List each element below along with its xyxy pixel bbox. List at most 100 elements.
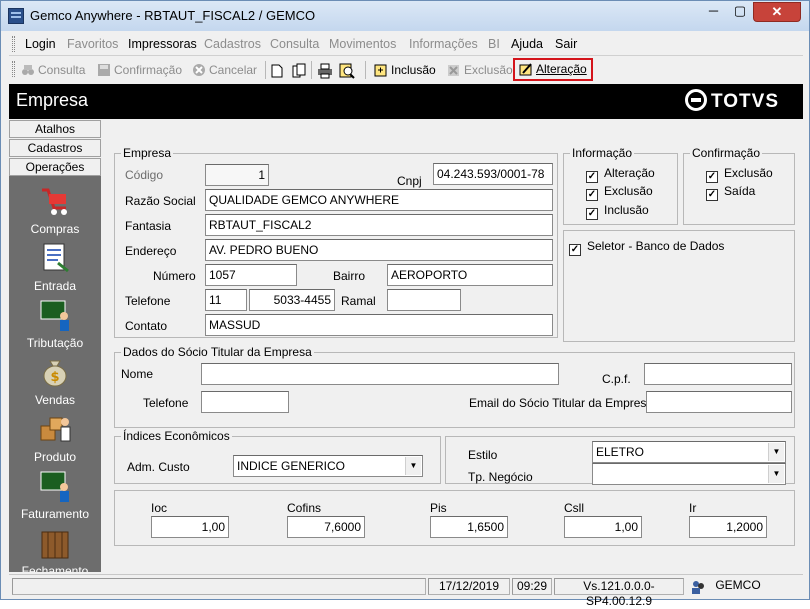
- contato-field[interactable]: MASSUD: [205, 314, 553, 336]
- info-inclusao-label: Inclusão: [604, 203, 649, 217]
- cancelar-button[interactable]: Cancelar: [192, 61, 257, 81]
- consulta-label: Consulta: [38, 63, 86, 77]
- close-button[interactable]: ✕: [753, 2, 801, 22]
- toolbar-grip-icon: [12, 61, 15, 77]
- endereco-field[interactable]: AV. PEDRO BUENO: [205, 239, 553, 261]
- menu-favoritos[interactable]: Favoritos: [67, 37, 118, 51]
- status-user: GEMCO: [715, 578, 761, 592]
- sidebar-item-compras[interactable]: Compras: [9, 184, 101, 236]
- window-title: Gemco Anywhere - RBTAUT_FISCAL2 / GEMCO: [30, 8, 316, 23]
- socio-email-field[interactable]: [646, 391, 792, 413]
- ir-field[interactable]: 1,2000: [689, 516, 767, 538]
- maximize-button[interactable]: ▢: [727, 2, 753, 22]
- socio-legend: Dados do Sócio Titular da Empresa: [121, 345, 314, 359]
- menu-informacoes[interactable]: Informações: [409, 37, 478, 51]
- menu-sair[interactable]: Sair: [555, 37, 577, 51]
- pis-label: Pis: [430, 501, 447, 515]
- endereco-label: Endereço: [125, 244, 177, 258]
- csll-field[interactable]: 1,00: [564, 516, 642, 538]
- sidebar-item-fechamento[interactable]: Fechamento: [9, 526, 101, 572]
- info-alteracao-checkbox[interactable]: ✓ Alteração: [586, 166, 655, 183]
- confirmacao-button[interactable]: Confirmação: [97, 61, 182, 81]
- contato-label: Contato: [125, 319, 168, 333]
- menu-cadastros[interactable]: Cadastros: [204, 37, 261, 51]
- sidebar-tab-atalhos[interactable]: Atalhos: [9, 120, 101, 138]
- sidebar-tab-cadastros[interactable]: Cadastros: [9, 139, 101, 157]
- seletor-label: Seletor - Banco de Dados: [587, 239, 725, 253]
- impostos-group: Ioc 1,00 Cofins 7,6000 Pis 1,6500 Csll 1…: [114, 490, 795, 546]
- exclusao-button[interactable]: Exclusão: [447, 61, 513, 81]
- menu-consulta[interactable]: Consulta: [270, 37, 319, 51]
- telefone-field[interactable]: 5033-4455: [249, 289, 335, 311]
- consulta-button[interactable]: Consulta: [21, 61, 85, 81]
- cnpj-label: Cnpj: [397, 174, 422, 188]
- conf-saida-checkbox[interactable]: ✓ Saída: [706, 184, 755, 201]
- chevron-down-icon[interactable]: ▼: [768, 443, 784, 461]
- fantasia-field[interactable]: RBTAUT_FISCAL2: [205, 214, 553, 236]
- sidebar-item-faturamento[interactable]: Faturamento: [9, 469, 101, 521]
- sidebar-item-vendas[interactable]: $ Vendas: [9, 355, 101, 407]
- info-exclusao-checkbox[interactable]: ✓ Exclusão: [586, 184, 653, 201]
- conf-exclusao-checkbox[interactable]: ✓ Exclusão: [706, 166, 773, 183]
- codigo-field[interactable]: 1: [205, 164, 269, 186]
- closing-cabinet-icon: [41, 531, 69, 559]
- adm-custo-select[interactable]: INDICE GENERICO ▼: [233, 455, 423, 477]
- numero-field[interactable]: 1057: [205, 264, 297, 286]
- bairro-field[interactable]: AEROPORTO: [387, 264, 553, 286]
- estilo-select[interactable]: ELETRO ▼: [592, 441, 786, 463]
- product-boxes-icon: [40, 417, 71, 442]
- pis-field[interactable]: 1,6500: [430, 516, 508, 538]
- razao-social-field[interactable]: QUALIDADE GEMCO ANYWHERE: [205, 189, 553, 211]
- menu-bar: Login Favoritos Impressoras Cadastros Co…: [9, 32, 803, 56]
- save-icon: [98, 64, 110, 76]
- conf-saida-label: Saída: [724, 184, 756, 198]
- sidebar-item-label: Entrada: [33, 279, 77, 293]
- copy-document-icon[interactable]: [291, 63, 307, 79]
- tp-negocio-label: Tp. Negócio: [468, 470, 533, 484]
- checkbox-checked-icon: ✓: [569, 244, 581, 256]
- title-bar[interactable]: Gemco Anywhere - RBTAUT_FISCAL2 / GEMCO …: [1, 1, 809, 31]
- page-header: Empresa TOTVS: [9, 84, 803, 119]
- sidebar-item-entrada[interactable]: Entrada: [9, 241, 101, 293]
- cofins-field[interactable]: 7,6000: [287, 516, 365, 538]
- print-icon[interactable]: [317, 63, 333, 79]
- shopping-cart-icon: [42, 188, 67, 215]
- sidebar-tab-operacoes[interactable]: Operações: [9, 158, 101, 176]
- print-preview-icon[interactable]: [339, 63, 355, 79]
- status-message: [12, 578, 426, 595]
- sidebar-item-tributacao[interactable]: Tributação: [9, 298, 101, 350]
- socio-cpf-field[interactable]: [644, 363, 792, 385]
- seletor-banco-dados-checkbox[interactable]: ✓ Seletor - Banco de Dados: [569, 239, 724, 256]
- ddd-field[interactable]: 11: [205, 289, 247, 311]
- socio-telefone-field[interactable]: [201, 391, 289, 413]
- sidebar-item-label: Faturamento: [20, 507, 90, 521]
- ioc-label: Ioc: [151, 501, 168, 515]
- confirmacao-label: Confirmação: [114, 63, 183, 77]
- socio-nome-field[interactable]: [201, 363, 559, 385]
- cnpj-field[interactable]: 04.243.593/0001-78: [433, 163, 553, 185]
- checkbox-checked-icon: ✓: [586, 171, 598, 183]
- menu-movimentos[interactable]: Movimentos: [329, 37, 396, 51]
- binoculars-icon: [22, 65, 34, 75]
- ramal-label: Ramal: [341, 294, 376, 308]
- menu-ajuda[interactable]: Ajuda: [511, 37, 543, 51]
- delete-icon: [448, 65, 459, 76]
- cancelar-label: Cancelar: [209, 63, 258, 77]
- inclusao-button[interactable]: Inclusão: [374, 61, 436, 81]
- minimize-button[interactable]: ─: [700, 2, 727, 22]
- tp-negocio-select[interactable]: ▼: [592, 463, 786, 485]
- info-inclusao-checkbox[interactable]: ✓ Inclusão: [586, 203, 649, 220]
- ramal-field[interactable]: [387, 289, 461, 311]
- chevron-down-icon[interactable]: ▼: [768, 465, 784, 483]
- sidebar-item-produto[interactable]: Produto: [9, 412, 101, 464]
- checkbox-checked-icon: ✓: [586, 189, 598, 201]
- menu-impressoras[interactable]: Impressoras: [128, 37, 197, 51]
- inclusao-label: Inclusão: [391, 63, 436, 77]
- ioc-field[interactable]: 1,00: [151, 516, 229, 538]
- menu-login[interactable]: Login: [25, 37, 56, 51]
- chevron-down-icon[interactable]: ▼: [405, 457, 421, 475]
- new-document-icon[interactable]: [270, 64, 284, 78]
- menu-bi[interactable]: BI: [488, 37, 500, 51]
- razao-social-label: Razão Social: [125, 194, 196, 208]
- alteracao-button[interactable]: Alteração: [513, 58, 593, 81]
